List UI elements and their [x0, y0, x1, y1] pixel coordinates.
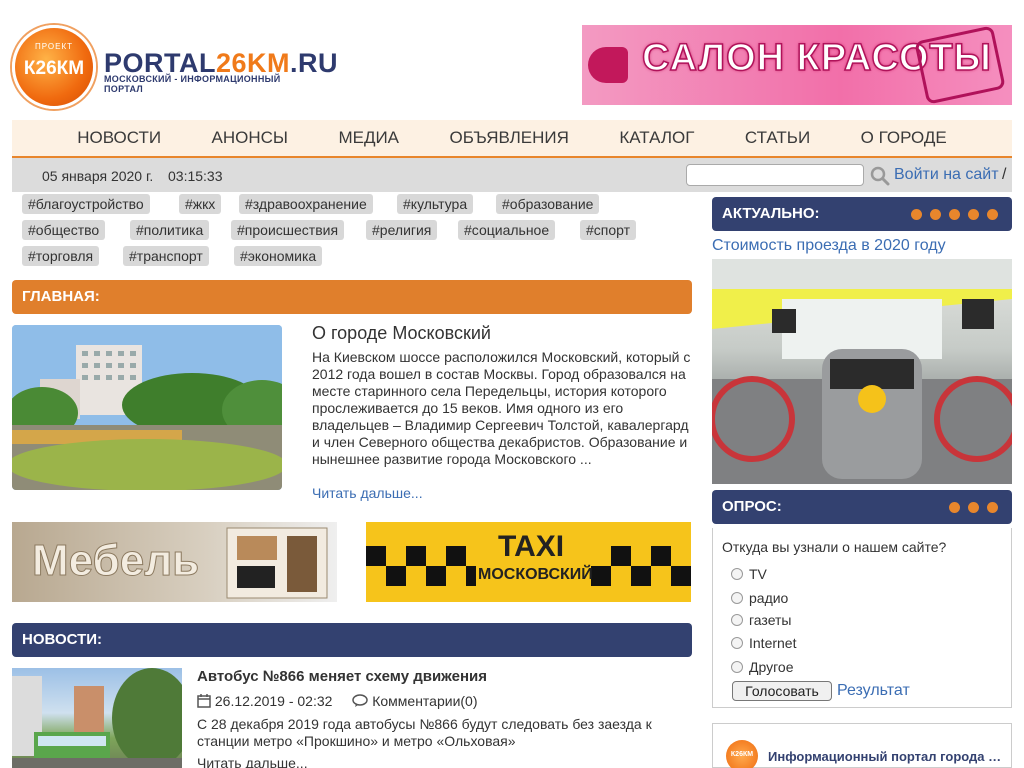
poll-option[interactable]: радио [731, 590, 788, 606]
login-link[interactable]: Войти на сайт [894, 166, 999, 184]
poll-section-header: ОПРОС: [712, 490, 1012, 524]
tag-item[interactable]: #политика [130, 220, 210, 240]
tag-item[interactable]: #жкх [179, 194, 222, 214]
calendar-icon [197, 694, 211, 708]
poll-question: Откуда вы узнали о нашем сайте? [722, 539, 947, 555]
slider-dot[interactable] [987, 209, 998, 220]
main-nav: НОВОСТИ АНОНСЫ МЕДИА ОБЪЯВЛЕНИЯ КАТАЛОГ … [12, 120, 1012, 158]
poll-result-link[interactable]: Результат [837, 682, 910, 700]
taxi-ad-subtitle: МОСКОВСКИЙ [478, 566, 593, 583]
news-item-meta: 26.12.2019 - 02:32 Комментарии(0) [197, 693, 478, 709]
radio-button[interactable] [731, 614, 743, 626]
date-bar: 05 января 2020 г. 03:15:33 Войти на сайт… [12, 158, 1012, 192]
tag-item[interactable]: #социальное [458, 220, 556, 240]
logo-project-label: ПРОЕКТ [34, 42, 73, 51]
actual-slider-dots [911, 209, 998, 220]
poll-option[interactable]: газеты [731, 612, 792, 628]
tag-item[interactable]: #происшествия [231, 220, 345, 240]
news-item-comments-link[interactable]: Комментарии(0) [372, 693, 477, 709]
social-widget-title[interactable]: Информационный портал города Московский [768, 749, 1002, 764]
furniture-illustration [226, 527, 328, 599]
metro-turnstile-photo[interactable] [712, 259, 1012, 484]
news-item-text: С 28 декабря 2019 года автобусы №866 буд… [197, 716, 652, 749]
logo-badge-text: К26КМ [23, 58, 85, 79]
main-article-title[interactable]: О городе Московский [312, 323, 491, 344]
current-date: 05 января 2020 г. [42, 168, 154, 184]
furniture-ad-text: Мебель [31, 536, 200, 586]
slider-dot[interactable] [911, 209, 922, 220]
actual-header-label: АКТУАЛЬНО: [722, 205, 820, 222]
nav-item-classifieds[interactable]: ОБЪЯВЛЕНИЯ [450, 128, 569, 148]
logo-badge: ПРОЕКТ К26КМ [12, 25, 96, 109]
tag-item[interactable]: #транспорт [123, 246, 209, 266]
slider-dot[interactable] [987, 502, 998, 513]
slider-dot[interactable] [949, 502, 960, 513]
radio-button[interactable] [731, 592, 743, 604]
main-article-text: На Киевском шоссе расположился Московски… [312, 349, 691, 467]
search-icon[interactable] [870, 166, 890, 186]
news-section-header: НОВОСТИ: [12, 623, 692, 657]
nav-item-news[interactable]: НОВОСТИ [77, 128, 161, 148]
tag-item[interactable]: #здравоохранение [239, 194, 373, 214]
tag-item[interactable]: #благоустройство [22, 194, 150, 214]
nav-item-articles[interactable]: СТАТЬИ [745, 128, 810, 148]
logo-subtitle: МОСКОВСКИЙ - ИНФОРМАЦИОННЫЙ ПОРТАЛ [104, 74, 281, 94]
city-photo[interactable] [12, 325, 282, 490]
comment-icon [352, 694, 369, 707]
social-widget-avatar[interactable]: К26КМ [726, 740, 758, 768]
nav-item-catalog[interactable]: КАТАЛОГ [619, 128, 694, 148]
nav-item-announcements[interactable]: АНОНСЫ [212, 128, 288, 148]
bus-photo[interactable] [12, 668, 182, 768]
poll-header-label: ОПРОС: [722, 498, 782, 515]
taxi-ad-banner[interactable]: TAXI МОСКОВСКИЙ [366, 522, 691, 602]
tag-item[interactable]: #культура [397, 194, 474, 214]
nav-item-about-city[interactable]: О ГОРОДЕ [861, 128, 947, 148]
radio-button[interactable] [731, 637, 743, 649]
taxi-ad-title: TAXI [498, 530, 565, 563]
news-item-title[interactable]: Автобус №866 меняет схему движения [197, 668, 487, 685]
main-read-more-link[interactable]: Читать дальше... [312, 485, 423, 501]
tag-item[interactable]: #спорт [580, 220, 637, 240]
radio-button[interactable] [731, 568, 743, 580]
actual-section-header: АКТУАЛЬНО: [712, 197, 1012, 231]
slider-dot[interactable] [949, 209, 960, 220]
tag-item[interactable]: #экономика [234, 246, 323, 266]
news-item-date: 26.12.2019 - 02:32 [214, 693, 333, 709]
main-section-header: ГЛАВНАЯ: [12, 280, 692, 314]
poll-option[interactable]: Internet [731, 635, 796, 651]
slider-dot[interactable] [968, 209, 979, 220]
tag-item[interactable]: #торговля [22, 246, 100, 266]
site-logo[interactable]: ПРОЕКТ К26КМ PORTAL26KM.RU МОСКОВСКИЙ - … [12, 22, 338, 112]
radio-button[interactable] [731, 661, 743, 673]
tag-item[interactable]: #образование [496, 194, 600, 214]
search-input[interactable] [686, 164, 864, 186]
tag-item[interactable]: #общество [22, 220, 106, 240]
vote-button[interactable]: Голосовать [732, 681, 832, 701]
furniture-ad-banner[interactable]: Мебель [12, 522, 337, 602]
poll-option[interactable]: Другое [731, 659, 793, 675]
nav-item-media[interactable]: МЕДИА [338, 128, 399, 148]
poll-option[interactable]: TV [731, 566, 767, 582]
actual-article-link[interactable]: Стоимость проезда в 2020 году [712, 237, 946, 255]
slider-dot[interactable] [968, 502, 979, 513]
poll-slider-dots [949, 502, 998, 513]
tag-item[interactable]: #религия [366, 220, 438, 240]
current-time: 03:15:33 [168, 168, 223, 184]
hair-dryer-icon [588, 47, 628, 83]
login-separator: / [1002, 166, 1007, 183]
news-read-more-link[interactable]: Читать дальше... [197, 755, 308, 768]
beauty-salon-banner[interactable]: САЛОН КРАСОТЫ [582, 25, 1012, 105]
slider-dot[interactable] [930, 209, 941, 220]
